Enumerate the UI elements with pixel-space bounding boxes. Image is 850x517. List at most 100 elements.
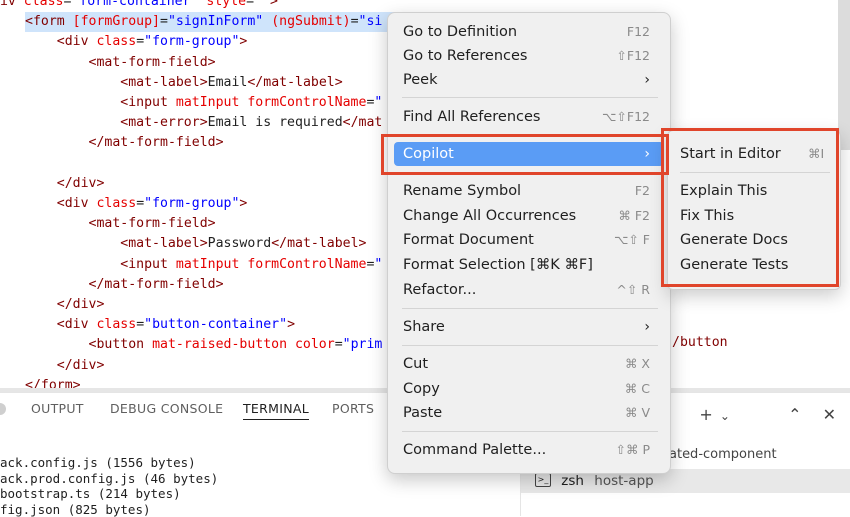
- menu-item-find-all-references[interactable]: Find All References ⌥⇧F12: [394, 105, 664, 129]
- menu-item-rename-symbol[interactable]: Rename Symbol F2: [394, 179, 664, 203]
- menu-item-command-palette[interactable]: Command Palette... ⇧⌘ P: [394, 438, 664, 462]
- code-token: [25, 297, 57, 312]
- menu-item-shortcut: ⌥⇧F12: [602, 105, 650, 129]
- code-token: =: [351, 14, 359, 29]
- code-line[interactable]: <mat-label>Email</mat-label>: [25, 73, 343, 93]
- menu-item-refactor[interactable]: Refactor... ^⇧ R: [394, 278, 664, 302]
- code-token: >: [96, 176, 104, 191]
- code-token: [25, 55, 89, 70]
- menu-separator: [402, 345, 658, 346]
- code-token: >: [200, 115, 208, 130]
- code-token: [25, 135, 89, 150]
- code-line[interactable]: </mat-form-field>: [25, 133, 224, 153]
- code-line[interactable]: div class="form-container" style="">: [0, 0, 278, 12]
- tab-debug-console[interactable]: DEBUG CONSOLE: [110, 401, 223, 416]
- menu-item-shortcut: ⇧F12: [616, 44, 650, 68]
- code-line[interactable]: <div class="form-group">: [25, 194, 247, 214]
- menu-separator: [402, 97, 658, 98]
- code-token: mat-label: [263, 75, 334, 90]
- code-token: button: [96, 337, 152, 352]
- code-token: </: [89, 277, 105, 292]
- code-token: div: [73, 297, 97, 312]
- menu-item-format-document[interactable]: Format Document ⌥⇧ F: [394, 228, 664, 252]
- code-token: div: [65, 34, 97, 49]
- code-token: </: [89, 135, 105, 150]
- menu-item-label: Change All Occurrences: [403, 204, 576, 228]
- code-line[interactable]: <mat-label>Password</mat-label>: [25, 234, 367, 254]
- code-token: [25, 277, 89, 292]
- code-token: class: [24, 0, 64, 9]
- menu-item-label: Go to Definition: [403, 20, 517, 44]
- code-token: =: [136, 196, 144, 211]
- menu-item-go-to-references[interactable]: Go to References ⇧F12: [394, 44, 664, 68]
- code-token: [25, 95, 120, 110]
- code-token: >: [200, 236, 208, 251]
- code-token: mat-raised-button color: [152, 337, 335, 352]
- menu-item-paste[interactable]: Paste ⌘ V: [394, 401, 664, 425]
- menu-item-cut[interactable]: Cut ⌘ X: [394, 352, 664, 376]
- code-token: </: [57, 358, 73, 373]
- menu-item-format-selection[interactable]: Format Selection [⌘K ⌘F]: [394, 253, 664, 277]
- code-line[interactable]: <mat-form-field>: [25, 214, 216, 234]
- code-token: >: [216, 277, 224, 292]
- chevron-down-icon[interactable]: ⌄: [720, 409, 730, 423]
- menu-item-label: Share: [403, 315, 445, 339]
- highlight-box-copilot: [381, 134, 669, 175]
- tab-terminal[interactable]: TERMINAL: [243, 401, 309, 420]
- panel-actions: + ⌄ … ⌃ ✕: [683, 405, 836, 424]
- code-token: <: [25, 14, 33, 29]
- menu-item-label: Paste: [403, 401, 442, 425]
- editor-scrollbar[interactable]: [838, 0, 850, 150]
- menu-item-label: Format Selection [⌘K ⌘F]: [403, 253, 593, 277]
- code-line[interactable]: </div>: [25, 295, 104, 315]
- code-token: [25, 236, 120, 251]
- tab-ports[interactable]: PORTS: [332, 401, 374, 416]
- code-token: "button-container": [144, 317, 287, 332]
- code-line[interactable]: <input matInput formControlName=": [25, 255, 382, 275]
- terminal-shell: zsh: [561, 473, 584, 489]
- code-line[interactable]: <button mat-raised-button color="prim: [25, 335, 382, 355]
- code-token: <: [57, 196, 65, 211]
- code-line[interactable]: <mat-form-field>: [25, 53, 216, 73]
- code-line[interactable]: <input matInput formControlName=": [25, 93, 382, 113]
- menu-item-change-all-occurrences[interactable]: Change All Occurrences ⌘ F2: [394, 204, 664, 228]
- maximize-panel-icon[interactable]: ⌃: [788, 405, 801, 424]
- code-line[interactable]: <form [formGroup]="signInForm" (ngSubmit…: [25, 12, 415, 32]
- code-token: >: [200, 75, 208, 90]
- code-token: [25, 358, 57, 373]
- code-token: [25, 216, 89, 231]
- code-line[interactable]: <div class="form-group">: [25, 32, 247, 52]
- close-icon[interactable]: ✕: [823, 405, 836, 424]
- code-token: div: [73, 358, 97, 373]
- menu-item-shortcut: ⌥⇧ F: [614, 228, 650, 252]
- menu-item-label: Go to References: [403, 44, 527, 68]
- menu-item-go-to-definition[interactable]: Go to Definition F12: [394, 20, 664, 44]
- menu-item-label: Command Palette...: [403, 438, 546, 462]
- code-token: ": [374, 95, 382, 110]
- code-line[interactable]: <div class="button-container">: [25, 315, 295, 335]
- code-line[interactable]: </mat-form-field>: [25, 275, 224, 295]
- menu-item-peek[interactable]: Peek ›: [394, 68, 664, 92]
- code-token: =: [136, 317, 144, 332]
- code-token: class: [96, 34, 136, 49]
- code-token: =: [246, 0, 254, 9]
- tab-output[interactable]: OUTPUT: [31, 401, 84, 416]
- menu-item-label: Format Document: [403, 228, 534, 252]
- menu-item-copy[interactable]: Copy ⌘ C: [394, 377, 664, 401]
- menu-item-shortcut: ^⇧ R: [616, 278, 650, 302]
- code-line[interactable]: </div>: [25, 174, 104, 194]
- code-token: [263, 14, 271, 29]
- code-line[interactable]: <mat-error>Email is required</mat: [25, 113, 382, 133]
- terminal-icon: >_: [535, 473, 551, 487]
- terminal-output[interactable]: ack.config.js (1556 bytes)ack.prod.confi…: [0, 455, 218, 517]
- add-terminal-icon[interactable]: +: [699, 405, 712, 424]
- menu-item-label: Refactor...: [403, 278, 476, 302]
- code-token: </: [247, 75, 263, 90]
- code-token: <: [57, 317, 65, 332]
- highlight-box-submenu: [661, 128, 839, 287]
- context-menu: Go to Definition F12 Go to References ⇧F…: [387, 12, 671, 474]
- code-line[interactable]: </div>: [25, 356, 104, 376]
- menu-item-shortcut: ⌘ X: [625, 352, 650, 376]
- terminal-list-item[interactable]: ated-component: [669, 447, 777, 462]
- menu-item-share[interactable]: Share ›: [394, 315, 664, 339]
